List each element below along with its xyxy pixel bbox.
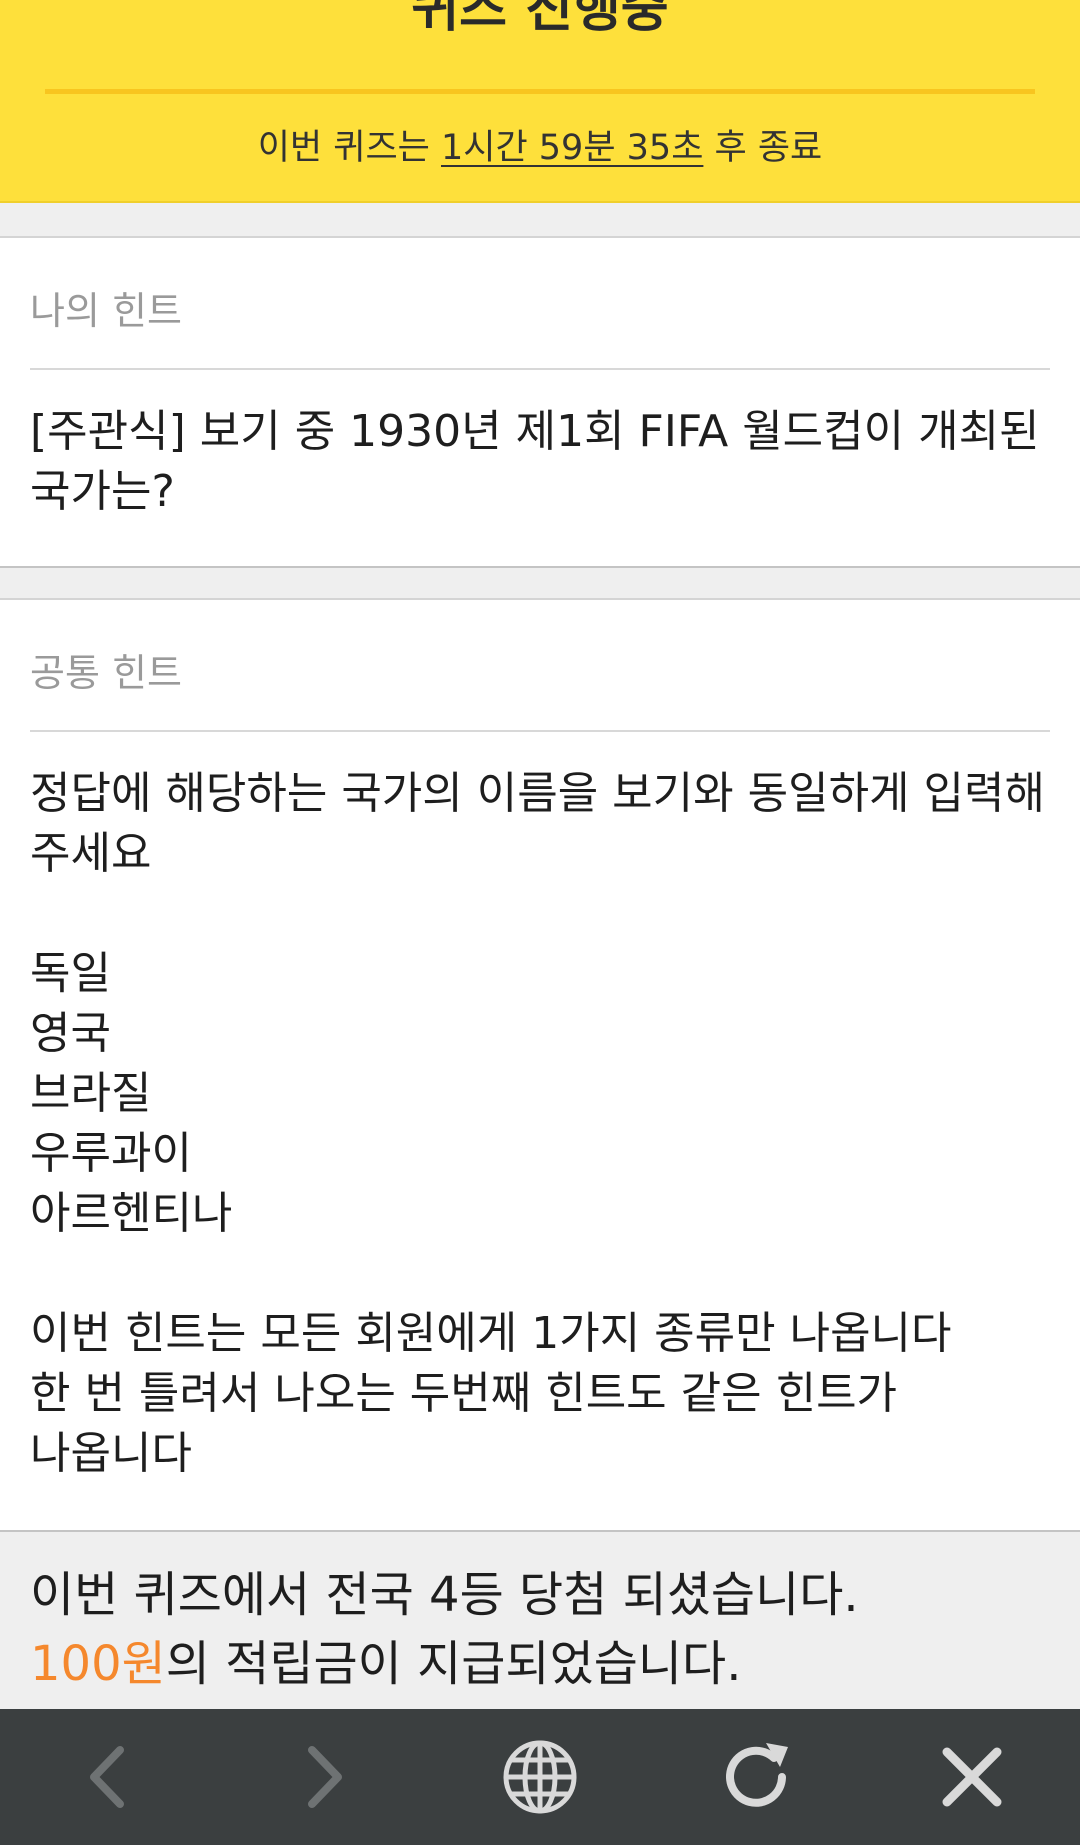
quiz-header: 퀴즈 진행중 이번 퀴즈는 1시간 59분 35초 후 종료 (0, 0, 1080, 203)
quiz-timer: 이번 퀴즈는 1시간 59분 35초 후 종료 (0, 123, 1080, 173)
common-hint-divider (30, 730, 1050, 732)
reward-suffix: 의 적립금이 지급되었습니다. (165, 1636, 742, 1692)
my-hint-card: 나의 힌트 [주관식] 보기 중 1930년 제1회 FIFA 월드컵이 개최된… (0, 236, 1080, 568)
close-button[interactable] (864, 1709, 1080, 1845)
common-hint-label: 공통 힌트 (30, 651, 182, 695)
common-hint-card: 공통 힌트 정답에 해당하는 국가의 이름을 보기와 동일하게 입력해 주세요 … (0, 598, 1080, 1532)
my-hint-question: [주관식] 보기 중 1930년 제1회 FIFA 월드컵이 개최된 국가는? (30, 406, 1054, 517)
result-rank-text: 이번 퀴즈에서 전국 4등 당첨 되셨습니다. (30, 1567, 859, 1623)
back-icon (90, 1746, 124, 1808)
refresh-icon (726, 1743, 788, 1807)
my-hint-divider (30, 368, 1050, 370)
timer-prefix: 이번 퀴즈는 (257, 128, 441, 168)
forward-icon (308, 1746, 342, 1808)
globe-icon (503, 1740, 577, 1814)
back-button[interactable] (0, 1709, 216, 1845)
forward-button[interactable] (216, 1709, 432, 1845)
result-message: 이번 퀴즈에서 전국 4등 당첨 되셨습니다. 100원의 적립금이 지급되었습… (0, 1532, 1080, 1709)
quiz-status-title: 퀴즈 진행중 (411, 0, 669, 39)
timer-value: 1시간 59분 35초 (441, 128, 704, 168)
globe-button[interactable] (432, 1709, 648, 1845)
close-icon (942, 1747, 1002, 1807)
header-divider (45, 89, 1035, 94)
my-hint-label: 나의 힌트 (30, 289, 182, 333)
timer-suffix: 후 종료 (703, 128, 823, 168)
result-reward-text: 100원의 적립금이 지급되었습니다. (30, 1629, 741, 1699)
browser-toolbar (0, 1709, 1080, 1845)
refresh-button[interactable] (648, 1709, 864, 1845)
common-hint-text: 정답에 해당하는 국가의 이름을 보기와 동일하게 입력해 주세요 독일 영국 … (30, 768, 1045, 1479)
reward-amount: 100원 (30, 1636, 166, 1692)
